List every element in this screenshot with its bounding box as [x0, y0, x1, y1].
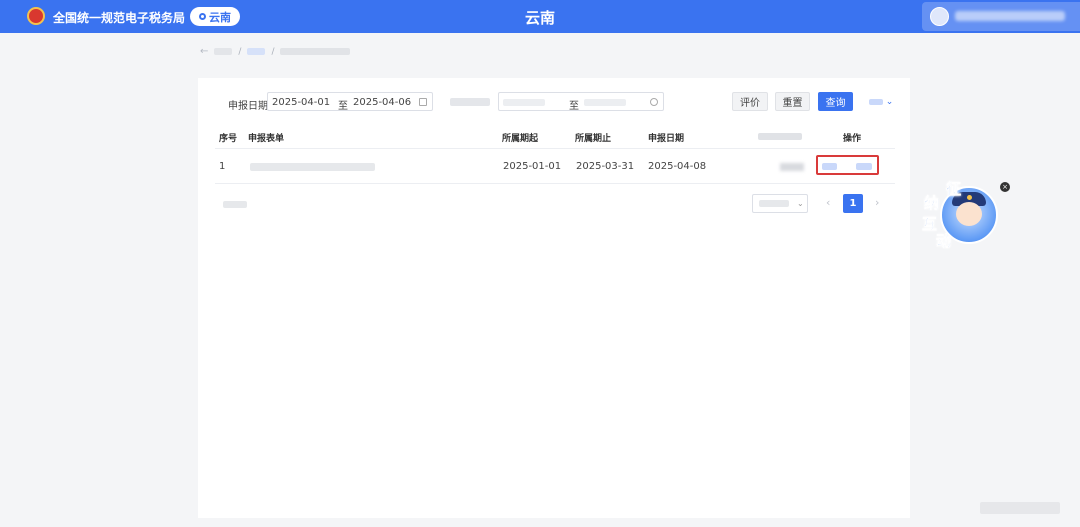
date-end-value: 2025-04-06	[353, 97, 412, 108]
user-menu[interactable]	[922, 2, 1080, 31]
period-start-placeholder	[503, 99, 545, 106]
reset-button[interactable]: 重置	[775, 92, 810, 111]
period-end-placeholder	[584, 99, 626, 106]
expand-filters-button[interactable]: ⌄	[866, 92, 896, 111]
col-period-start: 所属期起	[502, 134, 539, 144]
back-arrow-icon[interactable]: ←	[200, 46, 208, 57]
assistant-char-4: 动	[936, 232, 952, 251]
assistant-char-3: 互	[922, 215, 938, 234]
breadcrumb-home[interactable]	[214, 48, 233, 55]
evaluate-button[interactable]: 评价	[732, 92, 768, 111]
col-index: 序号	[219, 134, 238, 144]
chevron-down-icon: ⌄	[797, 199, 804, 208]
query-button[interactable]: 查询	[818, 92, 853, 111]
tax-emblem-icon	[27, 7, 45, 25]
region-selector[interactable]: 云南	[190, 7, 240, 26]
row-period-start: 2025-01-01	[503, 161, 562, 172]
col-period-end: 所属期止	[575, 134, 612, 144]
row-action-link-2[interactable]	[856, 163, 872, 170]
row-declare-date: 2025-04-08	[648, 161, 707, 172]
breadcrumb: ← / /	[200, 46, 351, 57]
clock-icon	[650, 98, 658, 106]
date-start-value: 2025-04-01	[272, 97, 331, 108]
declare-date-range[interactable]: 2025-04-01 至 2025-04-06	[267, 92, 433, 112]
period-label	[450, 98, 490, 106]
total-count	[223, 201, 247, 208]
tax-assistant-widget[interactable]: 征 纳 互 动 ×	[918, 178, 1010, 251]
row-status	[780, 163, 804, 171]
site-title[interactable]: 全国统一规范电子税务局	[53, 9, 185, 26]
location-pin-icon	[199, 13, 206, 20]
cap-badge-icon	[967, 195, 972, 200]
avatar[interactable]	[930, 7, 949, 26]
watermark	[980, 502, 1060, 514]
chevron-down-icon: ⌄	[885, 96, 894, 107]
row-period-end: 2025-03-31	[576, 161, 635, 172]
page-size-value	[759, 200, 789, 207]
region-label: 云南	[209, 10, 231, 24]
period-range-sep: 至	[569, 101, 579, 112]
content-card	[198, 78, 910, 518]
expand-label	[868, 98, 883, 105]
prev-page-button[interactable]: ‹	[826, 196, 830, 209]
next-page-button[interactable]: ›	[875, 196, 879, 209]
row-index: 1	[219, 161, 226, 172]
user-name	[955, 11, 1065, 21]
assistant-face-icon	[956, 202, 982, 226]
breadcrumb-query[interactable]	[247, 48, 266, 55]
assistant-char-1: 征	[946, 180, 962, 199]
page-region-title: 云南	[524, 9, 555, 27]
table-row-divider	[215, 183, 895, 184]
close-icon[interactable]: ×	[1000, 182, 1010, 192]
calendar-icon	[419, 98, 427, 106]
col-actions: 操作	[843, 134, 862, 144]
breadcrumb-current	[280, 48, 351, 55]
row-action-link-1[interactable]	[822, 163, 837, 170]
top-header: 全国统一规范电子税务局 云南 云南	[0, 0, 1080, 33]
row-form	[250, 163, 375, 171]
date-range-sep: 至	[338, 101, 348, 112]
page-size-select[interactable]: ⌄	[752, 194, 808, 213]
table-header-divider	[215, 148, 895, 149]
page-1-button[interactable]: 1	[843, 194, 863, 213]
col-declare-date: 申报日期	[648, 134, 685, 144]
col-form: 申报表单	[248, 134, 285, 144]
col-status	[758, 133, 802, 140]
period-range[interactable]: 至	[498, 92, 664, 112]
declare-date-label: 申报日期	[228, 101, 268, 112]
assistant-char-2: 纳	[924, 194, 940, 213]
